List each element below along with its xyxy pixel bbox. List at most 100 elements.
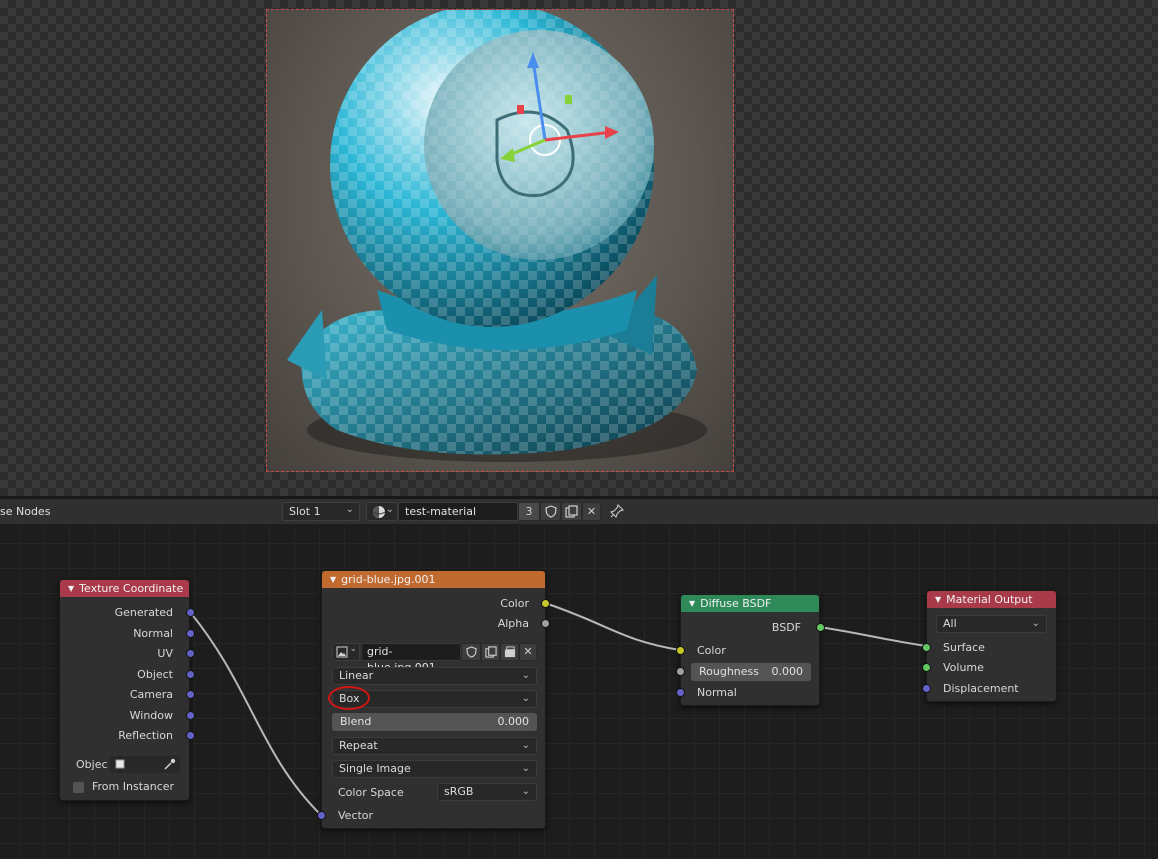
extension-value: Repeat — [339, 739, 378, 752]
roughness-label: Roughness — [699, 665, 760, 678]
socket-object[interactable] — [186, 670, 195, 679]
socket-normal-in[interactable] — [676, 688, 685, 697]
object-icon — [115, 759, 125, 769]
color-space-value: sRGB — [444, 785, 474, 798]
pin-button[interactable] — [606, 502, 628, 521]
output-reflection: Reflection — [118, 729, 173, 742]
color-space-select[interactable]: sRGB ⌄ — [437, 783, 537, 801]
chevron-down-icon: ⌄ — [521, 763, 530, 774]
browse-image-button[interactable]: ⌄ — [332, 643, 360, 661]
object-field[interactable] — [110, 756, 180, 773]
roughness-value: 0.000 — [771, 665, 804, 678]
from-instancer-checkbox[interactable] — [73, 782, 84, 793]
output-alpha-label: Alpha — [497, 617, 529, 630]
blend-value: 0.000 — [497, 715, 530, 728]
output-bsdf-label: BSDF — [771, 621, 801, 634]
image-name-field[interactable]: grid-blue.jpg.001 — [361, 643, 461, 674]
material-output-node[interactable]: ▼ Material Output All ⌄ Surface Volume Di… — [922, 590, 1057, 702]
target-select[interactable]: All ⌄ — [936, 615, 1047, 633]
socket-volume-in[interactable] — [922, 663, 931, 672]
duplicate-icon — [565, 505, 578, 518]
socket-displacement-in[interactable] — [922, 684, 931, 693]
socket-bsdf-out[interactable] — [816, 623, 825, 632]
texture-coordinate-header[interactable]: ▼ Texture Coordinate — [60, 580, 189, 597]
source-select[interactable]: Single Image ⌄ — [332, 760, 537, 778]
socket-color-out[interactable] — [541, 599, 550, 608]
input-displacement-label: Displacement — [943, 682, 1019, 695]
collapse-triangle-icon[interactable]: ▼ — [68, 584, 74, 593]
render-preview — [266, 9, 734, 472]
slot-select[interactable]: Slot 1 ⌄ — [282, 502, 360, 521]
eyedropper-icon[interactable] — [163, 758, 176, 771]
pin-icon — [609, 503, 625, 519]
browse-material-button[interactable]: ⌄ — [366, 502, 398, 521]
slot-label: Slot 1 — [289, 505, 321, 518]
node-title: Diffuse BSDF — [700, 597, 772, 610]
socket-reflection[interactable] — [186, 731, 195, 740]
users-count: 3 — [525, 505, 533, 518]
output-window: Window — [129, 709, 173, 722]
new-image-button[interactable] — [481, 643, 500, 661]
chevron-down-icon: ⌄ — [1031, 618, 1040, 629]
close-icon: ✕ — [586, 505, 597, 518]
image-texture-header[interactable]: ▼ grid-blue.jpg.001 — [322, 571, 545, 588]
input-color-label: Color — [697, 644, 726, 657]
output-generated: Generated — [114, 606, 173, 619]
open-image-button[interactable] — [500, 643, 519, 661]
socket-surface-in[interactable] — [922, 643, 931, 652]
node-title: Material Output — [946, 593, 1033, 606]
extension-select[interactable]: Repeat ⌄ — [332, 737, 537, 755]
node-editor-header: se Nodes Slot 1 ⌄ ⌄ test-material 3 ✕ — [0, 499, 1158, 525]
socket-uv[interactable] — [186, 649, 195, 658]
link-bsdf-to-surface — [818, 626, 927, 647]
material-output-header[interactable]: ▼ Material Output — [927, 591, 1056, 608]
chevron-down-icon: ⌄ — [385, 504, 394, 515]
node-title: Texture Coordinate — [79, 582, 184, 595]
chevron-down-icon: ⌄ — [521, 693, 530, 704]
socket-camera[interactable] — [186, 690, 195, 699]
output-uv: UV — [157, 647, 173, 660]
collapse-triangle-icon[interactable]: ▼ — [689, 599, 695, 608]
socket-color-in[interactable] — [676, 646, 685, 655]
new-material-button[interactable] — [561, 502, 582, 521]
fake-user-button[interactable] — [461, 643, 481, 661]
chevron-down-icon: ⌄ — [521, 670, 530, 681]
blend-slider[interactable]: Blend 0.000 — [332, 713, 537, 731]
collapse-triangle-icon[interactable]: ▼ — [935, 595, 941, 604]
roughness-slider[interactable]: Roughness 0.000 — [691, 663, 811, 681]
output-normal: Normal — [133, 627, 173, 640]
chevron-down-icon: ⌄ — [349, 644, 357, 654]
unlink-image-button[interactable]: ✕ — [519, 643, 537, 661]
diffuse-bsdf-node[interactable]: ▼ Diffuse BSDF BSDF Color Roughness 0.000… — [676, 594, 825, 706]
socket-normal[interactable] — [186, 629, 195, 638]
link-generated-to-vector — [189, 611, 322, 816]
diffuse-bsdf-header[interactable]: ▼ Diffuse BSDF — [681, 595, 819, 612]
close-icon: ✕ — [523, 645, 533, 658]
unlink-material-button[interactable]: ✕ — [582, 502, 601, 521]
image-icon — [336, 646, 348, 658]
object-label: Objec — [76, 758, 108, 771]
input-volume-label: Volume — [943, 661, 984, 674]
blend-label: Blend — [340, 715, 372, 728]
material-name: test-material — [405, 505, 477, 518]
interpolation-select[interactable]: Linear ⌄ — [332, 667, 537, 685]
collapse-triangle-icon[interactable]: ▼ — [330, 575, 336, 584]
input-vector-label: Vector — [338, 809, 374, 822]
output-camera: Camera — [129, 688, 173, 701]
shield-icon — [465, 646, 477, 658]
socket-vector-in[interactable] — [317, 811, 326, 820]
users-count-button[interactable]: 3 — [518, 502, 540, 521]
render-viewport[interactable] — [0, 0, 1158, 497]
socket-roughness-in[interactable] — [676, 667, 685, 676]
shield-icon — [544, 505, 557, 518]
fake-user-button[interactable] — [540, 502, 561, 521]
chevron-down-icon: ⌄ — [345, 504, 354, 515]
output-color-label: Color — [500, 597, 529, 610]
material-name-field[interactable]: test-material — [398, 502, 518, 521]
texture-coordinate-node[interactable]: ▼ Texture Coordinate Generated Normal UV … — [59, 579, 195, 801]
folder-icon — [504, 646, 515, 658]
socket-alpha-out[interactable] — [541, 619, 550, 628]
socket-window[interactable] — [186, 711, 195, 720]
interpolation-value: Linear — [339, 669, 374, 682]
socket-generated[interactable] — [186, 608, 195, 617]
